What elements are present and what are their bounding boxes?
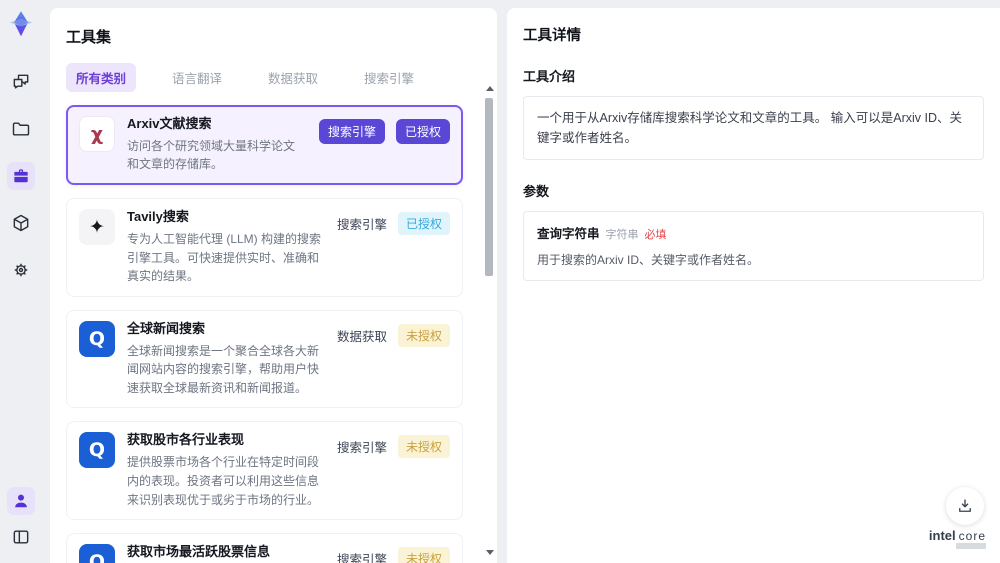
tab-4[interactable]: 搜索引擎 [354,63,424,92]
param-required-badge: 必填 [644,229,667,241]
sidebar-item-packages[interactable] [7,209,35,237]
tool-info: 获取股市各行业表现提供股票市场各个行业在特定时间段内的表现。投资者可以利用这些信… [127,432,325,509]
tool-info: Arxiv文献搜索访问各个研究领域大量科学论文和文章的存储库。 [127,116,307,174]
param-box: 查询字符串 字符串 必填用于搜索的Arxiv ID、关键字或作者姓名。 [523,211,984,281]
param-desc: 用于搜索的Arxiv ID、关键字或作者姓名。 [537,253,760,267]
tool-tags: 搜索引擎 未授权 [337,544,450,563]
app-logo[interactable] [6,10,36,40]
intro-heading: 工具介绍 [523,69,576,84]
intro-box: 一个用于从Arxiv存储库搜索科学论文和文章的工具。 输入可以是Arxiv ID… [523,96,984,160]
list-scrollbar[interactable] [485,86,494,555]
tool-tags: 搜索引擎 未授权 [336,432,450,459]
tab-2[interactable]: 语言翻译 [162,63,232,92]
app-window: 工具集 所有类别 语言翻译 数据获取 搜索引擎 χ Arxiv文献搜索 访问各个研究领域大… [0,0,1000,563]
tool-info: Tavily搜索专为人工智能代理 (LLM) 构建的搜索引擎工具。可快速提供实时… [127,209,325,286]
tool-status-badge: 已授权 [397,212,450,236]
tool-desc: 访问各个研究领域大量科学论文和文章的存储库。 [127,138,296,172]
category-tabs: 所有类别 语言翻译 数据获取 搜索引擎 [66,63,481,92]
tab-1[interactable]: 所有类别 [66,63,137,92]
sidebar-rail [0,0,42,563]
tool-row[interactable]: Q 全球新闻搜索全球新闻搜索是一个聚合全球各大新闻网站内容的搜索引擎，帮助用户快速… [66,309,463,409]
sidebar-item-panel-toggle[interactable] [7,523,35,551]
sidebar-item-settings[interactable] [7,256,35,284]
tool-category: 搜索引擎 [336,218,387,233]
tab-3[interactable]: 数据获取 [258,63,328,92]
news-search-icon: Q [79,544,115,563]
sidebar-item-tools[interactable] [7,162,35,190]
scrollbar-thumb[interactable] [485,98,493,276]
tool-category: 搜索引擎 [336,553,387,563]
tool-title: 获取市场最活跃股票信息 [127,544,271,560]
tool-list-panel: 工具集 所有类别 语言翻译 数据获取 搜索引擎 χ Arxiv文献搜索 访问各个研究领域大… [50,8,497,563]
tool-row[interactable]: ✦ Tavily搜索专为人工智能代理 (LLM) 构建的搜索引擎工具。可快速提供实… [66,198,463,297]
param-head: 查询字符串 字符串 必填 [537,223,970,242]
detail-title: 工具详情 [523,28,581,44]
tool-desc: 全球新闻搜索是一个聚合全球各大新闻网站内容的搜索引擎，帮助用户快速获取全球最新资… [127,343,320,395]
tool-status-badge: 未授权 [397,323,450,347]
tool-status-badge: 未授权 [397,547,450,563]
download-button[interactable] [946,487,984,525]
tool-desc: 专为人工智能代理 (LLM) 构建的搜索引擎工具。可快速提供实时、准确和真实的结… [127,231,322,284]
tool-info: 全球新闻搜索全球新闻搜索是一个聚合全球各大新闻网站内容的搜索引擎，帮助用户快速获… [127,321,325,398]
arxiv-icon: χ [79,116,115,152]
page-title: 工具集 [66,29,112,46]
tool-tags: 数据获取 未授权 [337,321,450,347]
tool-list: χ Arxiv文献搜索 访问各个研究领域大量科学论文和文章的存储库。 搜索引擎 已授权 ✦… [66,105,481,563]
sidebar-item-account[interactable] [7,487,35,515]
download-icon [959,499,971,512]
scroll-up-arrow[interactable] [486,86,494,91]
tool-title: 获取股市各行业表现 [127,432,245,448]
scroll-down-arrow[interactable] [486,550,494,555]
tool-title: Arxiv文献搜索 [127,116,212,131]
intel-core-sub-badge [956,543,986,549]
sparkle-icon: ✦ [79,209,115,246]
tool-tags: 搜索引擎 已授权 [318,116,450,144]
tool-row[interactable]: χ Arxiv文献搜索访问各个研究领域大量科学论文和文章的存储库。 搜索引擎 已授权 [66,105,463,186]
panel-divider [497,0,507,563]
tool-status-badge: 已授权 [395,119,450,144]
tool-tags: 搜索引擎 已授权 [336,209,450,236]
tool-row[interactable]: Q 获取市场最活跃股票信息提供当天交易量最高的股票列表，投资者可以利用这些信息来识… [66,533,463,563]
intro-text: 一个用于从Arxiv存储库搜索科学论文和文章的工具。 输入可以是Arxiv ID… [537,111,963,145]
tool-status-badge: 未授权 [397,435,450,459]
sidebar-item-files[interactable] [7,115,35,143]
tool-category: 搜索引擎 [336,441,387,456]
news-search-icon: Q [79,432,115,469]
param-name: 查询字符串 [537,227,600,241]
sidebar-item-chat[interactable] [7,68,35,96]
tool-title: Tavily搜索 [127,209,189,225]
tool-info: 获取市场最活跃股票信息提供当天交易量最高的股票列表，投资者可以利用这些信息来识别… [127,544,325,563]
tool-category: 数据获取 [336,329,387,344]
tool-row[interactable]: Q 获取股市各行业表现提供股票市场各个行业在特定时间段内的表现。投资者可以利用这些… [66,421,463,521]
tool-title: 全球新闻搜索 [127,320,206,336]
params-list: 查询字符串 字符串 必填用于搜索的Arxiv ID、关键字或作者姓名。 [523,211,984,281]
tool-detail-panel: 工具详情 工具介绍 一个用于从Arxiv存储库搜索科学论文和文章的工具。 输入可… [507,8,1000,563]
params-heading: 参数 [523,184,550,199]
param-type: 字符串 [605,229,639,241]
tool-category: 搜索引擎 [318,119,385,144]
tool-desc: 提供股票市场各个行业在特定时间段内的表现。投资者可以利用这些信息来识别表现优于或… [127,455,320,507]
news-search-icon: Q [79,320,115,357]
